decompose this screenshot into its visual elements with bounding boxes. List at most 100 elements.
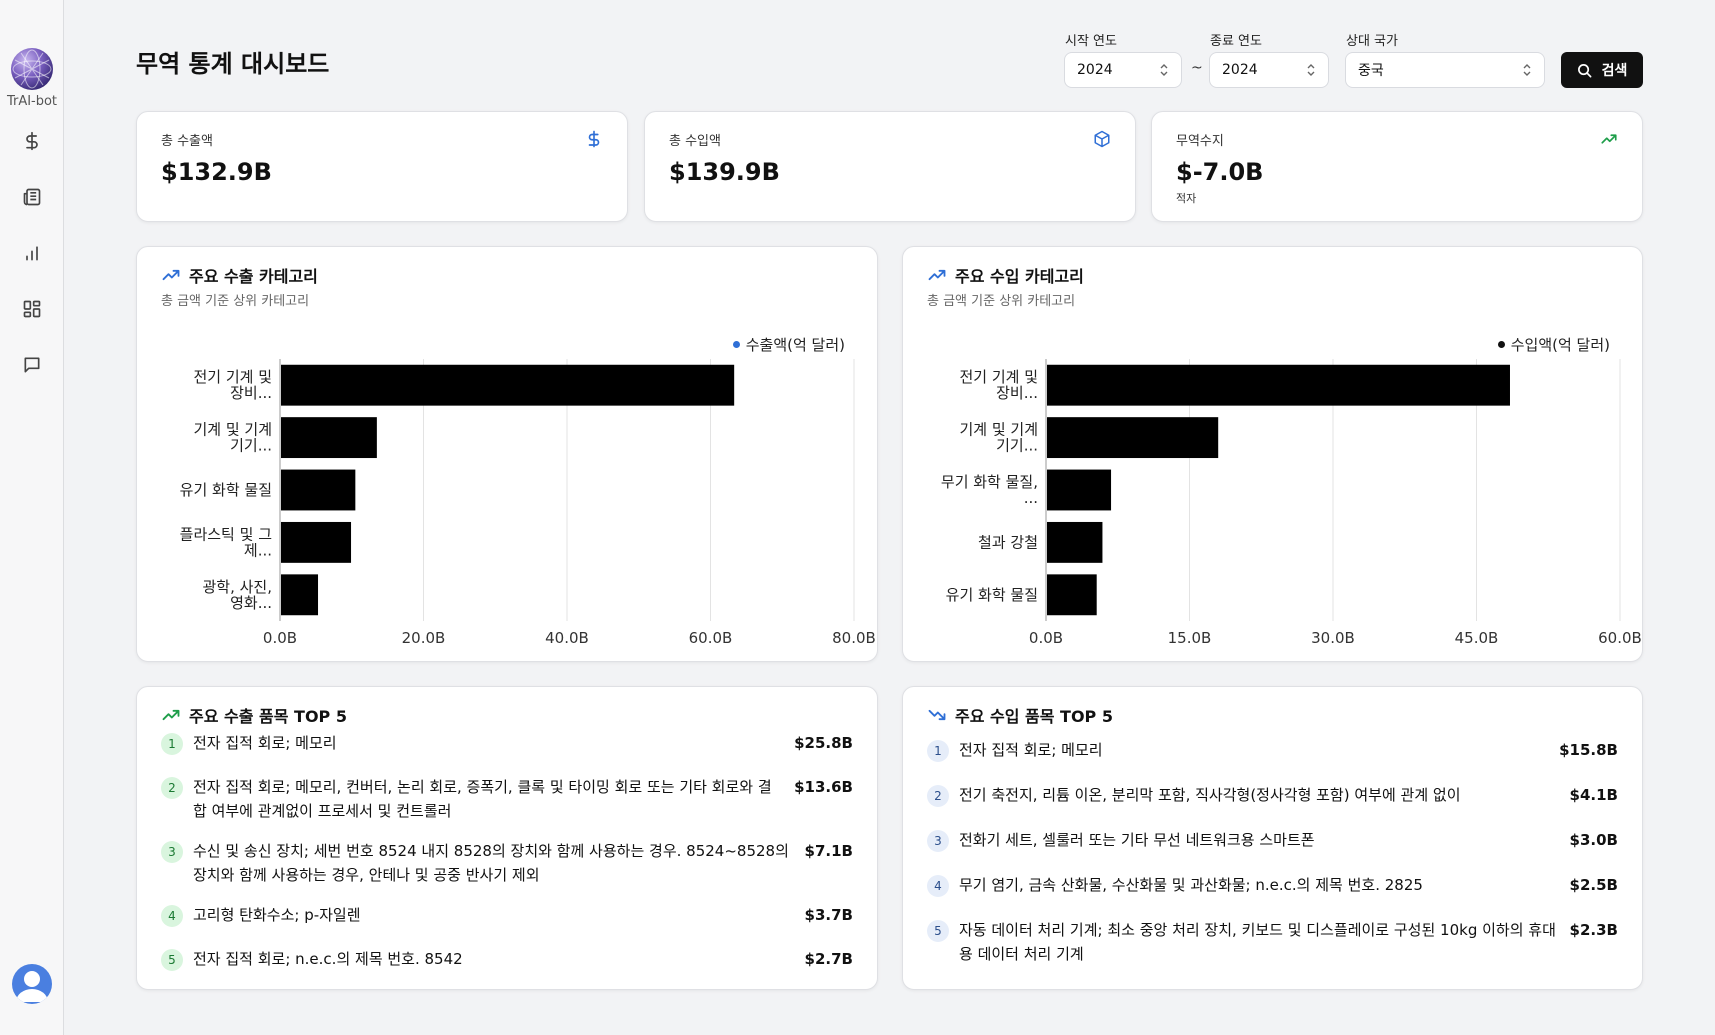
total-import-value: $139.9B (669, 158, 780, 186)
export-chart-tick-label: 80.0B (832, 629, 876, 647)
sidebar-item-dashboard[interactable] (20, 297, 44, 321)
rank-badge: 1 (161, 733, 183, 755)
import-chart-tick-label: 30.0B (1311, 629, 1355, 647)
top-export-items-title-text: 주요 수출 품목 TOP 5 (189, 707, 347, 726)
user-avatar[interactable] (12, 964, 52, 1004)
export-chart-bar (281, 469, 356, 511)
item-value: $2.3B (1569, 921, 1618, 939)
search-button-label: 검색 (1601, 63, 1628, 79)
top-export-items-panel: 주요 수출 품목 TOP 5 1 전자 집적 회로; 메모리 $25.8B 2 … (136, 686, 878, 990)
list-item[interactable]: 5 전자 집적 회로; n.e.c.의 제목 번호. 8542 $2.7B (161, 947, 853, 971)
partner-country-label: 상대 국가 (1346, 34, 1398, 49)
sidebar-item-chat[interactable] (20, 353, 44, 377)
start-year-value: 2024 (1077, 62, 1113, 78)
list-item[interactable]: 2 전기 축전지, 리튬 이온, 분리막 포함, 직사각형(정사각형 포함) 여… (927, 783, 1618, 807)
export-chart-bar (281, 364, 735, 406)
item-name: 전화기 세트, 셀룰러 또는 기타 무선 네트워크용 스마트폰 (959, 831, 1315, 849)
top-import-items-title: 주요 수입 품목 TOP 5 (927, 703, 1113, 727)
list-item[interactable]: 2 전자 집적 회로; 메모리, 컨버터, 논리 회로, 증폭기, 클록 및 타… (161, 775, 853, 823)
sidebar-item-dollar[interactable] (20, 129, 44, 153)
bar-chart-icon (26, 246, 38, 261)
total-import-label: 총 수입액 (669, 134, 721, 149)
trending-up-icon (1601, 134, 1617, 144)
end-year-select[interactable]: 2024 (1209, 52, 1329, 88)
export-category-chart: 0.0B 20.0B 40.0B 60.0B 80.0B전기 기계 및장비...기계 및… (180, 359, 876, 647)
import-category-panel: 주요 수입 카테고리 총 금액 기준 상위 카테고리 수입액(억 달러) 0.0… (902, 246, 1643, 662)
search-button[interactable]: 검색 (1561, 52, 1643, 88)
list-item[interactable]: 1 전자 집적 회로; 메모리 $25.8B (161, 731, 853, 755)
start-year-select[interactable]: 2024 (1064, 52, 1182, 88)
start-year-label: 시작 연도 (1065, 34, 1117, 49)
export-chart-bar (281, 521, 352, 563)
export-chart-tick-label: 40.0B (545, 629, 589, 647)
item-name: 전기 축전지, 리튬 이온, 분리막 포함, 직사각형(정사각형 포함) 여부에… (959, 786, 1461, 804)
logo-text: TrAI-bot (6, 94, 58, 109)
item-name: 무기 염기, 금속 산화물, 수산화물 및 과산화물; n.e.c.의 제목 번… (959, 876, 1423, 894)
trai-bot-logo[interactable] (11, 48, 53, 90)
rank-badge: 4 (161, 905, 183, 927)
newspaper-icon (23, 188, 41, 206)
item-name: 고리형 탄화수소; p-자일렌 (193, 906, 361, 924)
end-year-label: 종료 연도 (1210, 34, 1262, 49)
rank-badge: 2 (927, 785, 949, 807)
export-chart-tick-label: 60.0B (689, 629, 733, 647)
page-title: 무역 통계 대시보드 (136, 50, 330, 78)
partner-country-select[interactable]: 중국 (1345, 52, 1545, 88)
search-icon (1577, 63, 1592, 77)
item-name: 전자 집적 회로; 메모리 (193, 734, 337, 752)
chat-icon (24, 357, 40, 373)
export-chart-category-label: 유기 화학 물질 (180, 481, 272, 499)
chevron-up-down-icon (1307, 64, 1315, 76)
export-chart-category-label: 장비... (230, 384, 272, 402)
item-value: $7.1B (804, 842, 853, 860)
partner-country-value: 중국 (1358, 63, 1384, 79)
chevron-up-down-icon (1523, 64, 1531, 76)
list-item[interactable]: 4 무기 염기, 금속 산화물, 수산화물 및 과산화물; n.e.c.의 제목… (927, 873, 1618, 897)
item-value: $3.0B (1569, 831, 1618, 849)
dashboard-icon (23, 300, 41, 318)
box-icon (1094, 130, 1110, 148)
total-export-card: 총 수출액 $132.9B (136, 111, 628, 222)
list-item[interactable]: 3 전화기 세트, 셀룰러 또는 기타 무선 네트워크용 스마트폰 $3.0B (927, 828, 1618, 852)
sidebar: TrAI-bot (0, 0, 64, 1035)
dollar-icon (588, 130, 600, 148)
item-value: $2.5B (1569, 876, 1618, 894)
end-year-value: 2024 (1222, 62, 1258, 78)
export-chart-bar (281, 574, 319, 616)
import-chart-tick-label: 0.0B (1029, 629, 1063, 647)
import-chart-category-label: 철과 강철 (978, 533, 1038, 551)
import-chart-category-label: 장비... (996, 384, 1038, 402)
rank-badge: 1 (927, 740, 949, 762)
list-item[interactable]: 5 자동 데이터 처리 기계; 최소 중앙 처리 장치, 키보드 및 디스플레이… (927, 918, 1618, 966)
total-export-label: 총 수출액 (161, 134, 213, 149)
total-import-card: 총 수입액 $139.9B (644, 111, 1136, 222)
rank-badge: 4 (927, 875, 949, 897)
import-chart-bar (1047, 521, 1103, 563)
import-chart-bar (1047, 364, 1510, 406)
export-chart-bar (281, 417, 377, 459)
import-chart-category-label: 유기 화학 물질 (946, 586, 1038, 604)
item-name: 전자 집적 회로; 메모리 (959, 741, 1103, 759)
sidebar-item-news[interactable] (20, 185, 44, 209)
sidebar-item-chart[interactable] (20, 241, 44, 265)
item-value: $13.6B (794, 778, 853, 796)
import-chart-bar (1047, 574, 1097, 616)
import-chart-tick-label: 15.0B (1168, 629, 1212, 647)
rank-badge: 5 (927, 920, 949, 942)
item-value: $4.1B (1569, 786, 1618, 804)
list-item[interactable]: 3 수신 및 송신 장치; 세번 번호 8524 내지 8528의 장치와 함께… (161, 839, 853, 887)
list-item[interactable]: 1 전자 집적 회로; 메모리 $15.8B (927, 738, 1618, 762)
top-import-items-panel: 주요 수입 품목 TOP 5 1 전자 집적 회로; 메모리 $15.8B 2 … (902, 686, 1643, 990)
import-chart-category-label: 기기... (996, 437, 1038, 455)
import-chart-category-label: ... (1024, 489, 1038, 507)
trade-balance-label: 무역수지 (1176, 134, 1224, 149)
export-chart-tick-label: 0.0B (263, 629, 297, 647)
item-name: 전자 집적 회로; 메모리, 컨버터, 논리 회로, 증폭기, 클록 및 타이밍… (193, 778, 772, 820)
user-icon (16, 971, 48, 1002)
rank-badge: 2 (161, 777, 183, 799)
import-category-chart: 0.0B 15.0B 30.0B 45.0B 60.0B전기 기계 및장비...기계 및… (941, 359, 1642, 647)
trade-balance-card: 무역수지 $-7.0B 적자 (1151, 111, 1643, 222)
list-item[interactable]: 4 고리형 탄화수소; p-자일렌 $3.7B (161, 903, 853, 927)
rank-badge: 5 (161, 949, 183, 971)
export-chart-tick-label: 20.0B (402, 629, 446, 647)
